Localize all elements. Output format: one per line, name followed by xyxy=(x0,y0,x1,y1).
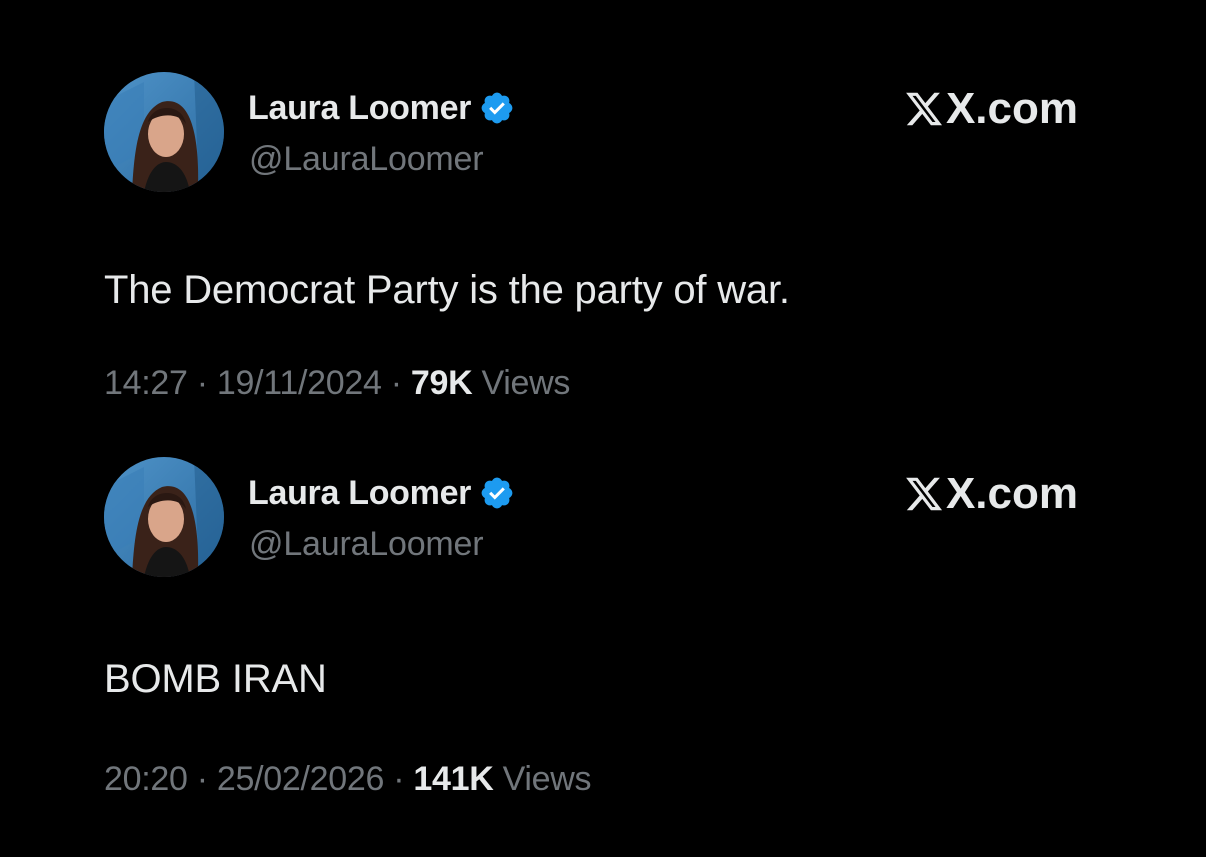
x-logo-icon xyxy=(906,92,942,126)
display-name[interactable]: Laura Loomer xyxy=(248,474,471,513)
separator: · xyxy=(187,760,217,798)
user-handle[interactable]: @LauraLoomer xyxy=(249,525,484,564)
verified-badge-icon xyxy=(481,92,513,124)
avatar[interactable] xyxy=(104,457,224,577)
x-brand: X.com xyxy=(904,469,1078,519)
separator: · xyxy=(187,364,217,402)
tweet-meta: 20:20 · 25/02/2026 · 141K Views xyxy=(104,760,592,799)
views-label: Views xyxy=(493,760,592,798)
author-row: Laura Loomer xyxy=(248,86,515,130)
tweet-time[interactable]: 20:20 xyxy=(104,760,188,798)
separator: · xyxy=(384,760,414,798)
views-label: Views xyxy=(472,364,571,402)
verified-badge-icon xyxy=(481,477,513,509)
brand-text: X.com xyxy=(945,84,1078,133)
x-logo-icon xyxy=(906,477,942,511)
tweet-text: The Democrat Party is the party of war. xyxy=(104,268,790,312)
user-handle[interactable]: @LauraLoomer xyxy=(249,140,484,179)
x-brand: X.com xyxy=(904,84,1078,134)
brand-text: X.com xyxy=(945,469,1078,518)
tweet-time[interactable]: 14:27 xyxy=(104,364,188,402)
display-name[interactable]: Laura Loomer xyxy=(248,89,471,128)
views-count[interactable]: 79K xyxy=(411,364,473,402)
tweet-date[interactable]: 19/11/2024 xyxy=(217,364,382,402)
tweet-text: BOMB IRAN xyxy=(104,657,327,701)
separator: · xyxy=(381,364,411,402)
tweet-date[interactable]: 25/02/2026 xyxy=(217,760,384,798)
views-count[interactable]: 141K xyxy=(413,760,493,798)
tweet-meta: 14:27 · 19/11/2024 · 79K Views xyxy=(104,364,570,403)
avatar[interactable] xyxy=(104,72,224,192)
author-row: Laura Loomer xyxy=(248,471,515,515)
